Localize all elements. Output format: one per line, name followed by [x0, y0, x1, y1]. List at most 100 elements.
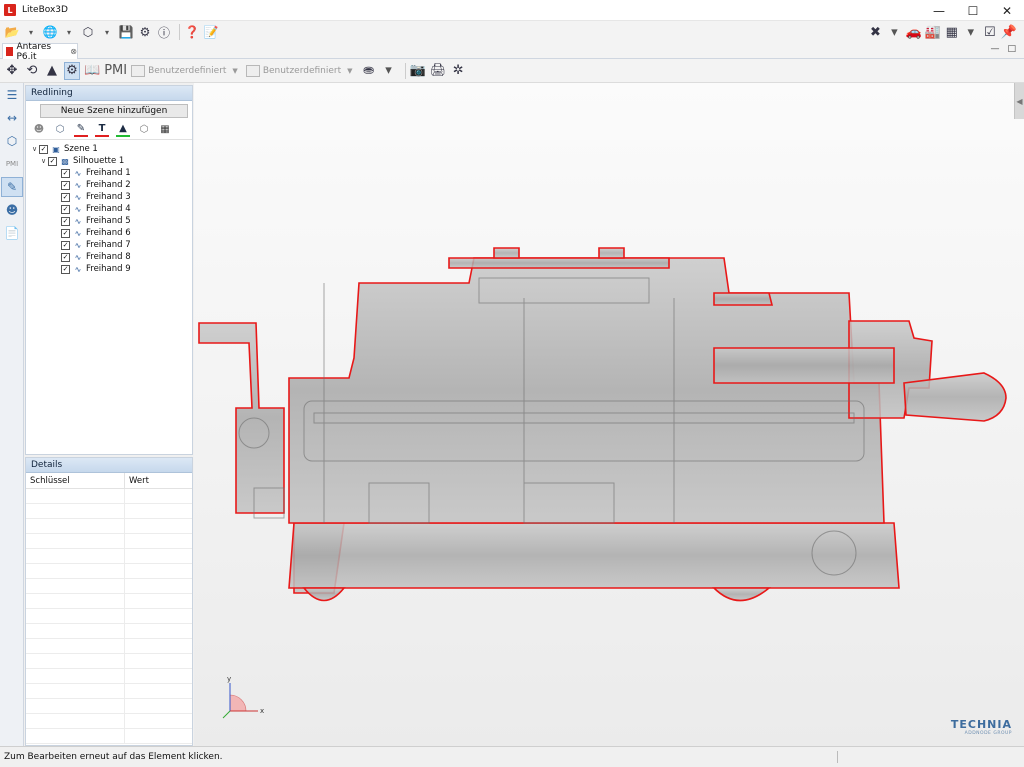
freihand-checkbox[interactable]: ✓: [61, 180, 70, 190]
key-column-header[interactable]: Schlüssel: [26, 473, 125, 488]
excel-export-icon[interactable]: ✖: [867, 23, 883, 41]
tab-minimize-icon[interactable]: —: [990, 44, 999, 54]
person-icon[interactable]: ☻: [30, 121, 48, 139]
custom-view-1-label: Benutzerdefiniert: [148, 65, 227, 76]
custom-view-combo-2[interactable]: Benutzerdefiniert ▼: [245, 64, 353, 77]
tab-close-icon[interactable]: ⊗: [70, 47, 77, 56]
machine-outline[interactable]: [198, 247, 1007, 602]
tree-row-freihand[interactable]: ✓ ∿ Freihand 3: [26, 191, 192, 203]
view-mode-icon[interactable]: ⚙: [64, 61, 80, 80]
status-bar: Zum Bearbeiten erneut auf das Element kl…: [0, 746, 1024, 767]
custom-view-2-label: Benutzerdefiniert: [262, 65, 342, 76]
tree-row-scene[interactable]: ∨ ✓ ▣ Szene 1: [26, 143, 192, 155]
freehand-icon: ∿: [74, 168, 82, 178]
notes-icon[interactable]: 📝: [203, 23, 219, 41]
tree-row-freihand[interactable]: ✓ ∿ Freihand 8: [26, 251, 192, 263]
checker-pattern-icon[interactable]: ▦: [156, 121, 174, 139]
brand-subtitle: ADDNODE GROUP: [964, 731, 1012, 736]
layout-grid-icon[interactable]: ▦: [944, 23, 960, 41]
help-icon[interactable]: ❓: [184, 23, 200, 41]
silhouette-label: Silhouette 1: [73, 156, 125, 166]
freihand-checkbox[interactable]: ✓: [61, 264, 70, 274]
globe-dropdown-icon[interactable]: ▾: [61, 23, 77, 41]
database-dropdown-icon[interactable]: ▾: [381, 62, 397, 80]
info-icon[interactable]: ⓘ: [156, 23, 172, 41]
axis-x-label: x: [260, 707, 264, 715]
value-column-header[interactable]: Wert: [125, 473, 149, 488]
tree-row-freihand[interactable]: ✓ ∿ Freihand 6: [26, 227, 192, 239]
freihand-label: Freihand 3: [86, 192, 131, 202]
redlining-tree: ∨ ✓ ▣ Szene 1 ∨ ✓ ▩ Silhouette 1 ✓ ∿ Fre…: [26, 140, 192, 275]
details-header: Details: [26, 458, 192, 473]
factory-icon[interactable]: 🏭: [925, 23, 941, 41]
freihand-checkbox[interactable]: ✓: [61, 228, 70, 238]
redlining-pencil-icon[interactable]: ✎: [1, 177, 23, 197]
tab-maximize-icon[interactable]: □: [1007, 44, 1016, 54]
explode-view-icon[interactable]: ✲: [450, 62, 466, 80]
custom-view-combo-1[interactable]: Benutzerdefiniert ▼: [131, 64, 238, 77]
rotate-model-icon[interactable]: ⟲: [24, 62, 40, 80]
fit-all-icon[interactable]: ✥: [4, 62, 20, 80]
chevron-down-icon: ▼: [347, 66, 353, 75]
model-icon[interactable]: ⬡: [51, 121, 69, 139]
save-icon[interactable]: 💾: [118, 23, 134, 41]
freihand-checkbox[interactable]: ✓: [61, 240, 70, 250]
add-scene-button[interactable]: Neue Szene hinzufügen: [40, 104, 188, 118]
print-icon[interactable]: 🖨: [430, 62, 447, 80]
machine-model[interactable]: [194, 83, 1024, 746]
tree-row-freihand[interactable]: ✓ ∿ Freihand 7: [26, 239, 192, 251]
axes-icon[interactable]: ▲: [44, 62, 60, 80]
tree-row-freihand[interactable]: ✓ ∿ Freihand 5: [26, 215, 192, 227]
layout-dropdown-icon[interactable]: ▾: [963, 23, 979, 41]
tree-row-freihand[interactable]: ✓ ∿ Freihand 9: [26, 263, 192, 275]
fill-tool[interactable]: ▲: [114, 121, 132, 139]
open-dropdown-icon[interactable]: ▾: [23, 23, 39, 41]
camera-icon[interactable]: 📷: [410, 62, 426, 80]
checkmark-icon[interactable]: ☑: [982, 23, 998, 41]
documents-icon[interactable]: 📄: [1, 223, 23, 243]
settings-gear-icon[interactable]: ⚙: [137, 23, 153, 41]
measure-icon[interactable]: ↔: [1, 108, 23, 128]
freihand-checkbox[interactable]: ✓: [61, 192, 70, 202]
freihand-checkbox[interactable]: ✓: [61, 216, 70, 226]
section-cube-icon[interactable]: ⬡: [1, 131, 23, 151]
tree-row-freihand[interactable]: ✓ ∿ Freihand 1: [26, 167, 192, 179]
scene-checkbox[interactable]: ✓: [39, 144, 48, 154]
pmi-toggle[interactable]: PMI: [104, 62, 127, 80]
add-model-dropdown-icon[interactable]: ▾: [99, 23, 115, 41]
3d-viewport[interactable]: ◀ y x TECHNIA ADDNODE GROUP: [194, 83, 1024, 746]
pin-icon[interactable]: 📌: [1001, 23, 1017, 41]
freihand-checkbox[interactable]: ✓: [61, 204, 70, 214]
tab-antares[interactable]: Antares P6.jt ⊗: [2, 42, 78, 62]
maximize-button[interactable]: ☐: [956, 0, 990, 21]
freihand-label: Freihand 5: [86, 216, 131, 226]
structure-tree-icon[interactable]: ☰: [1, 85, 23, 105]
cube-tool[interactable]: ⬡: [135, 121, 153, 139]
tree-row-freihand[interactable]: ✓ ∿ Freihand 4: [26, 203, 192, 215]
freihand-checkbox[interactable]: ✓: [61, 168, 70, 178]
excel-dropdown-icon[interactable]: ▾: [886, 23, 902, 41]
scene-label: Szene 1: [64, 144, 98, 154]
open-folder-icon[interactable]: 📂: [4, 23, 20, 41]
book-icon[interactable]: 📖: [84, 62, 100, 80]
minimize-button[interactable]: —: [922, 0, 956, 21]
freehand-icon: ∿: [74, 240, 82, 250]
silhouette-checkbox[interactable]: ✓: [48, 156, 57, 166]
chevron-down-icon[interactable]: ∨: [30, 145, 39, 153]
globe-icon[interactable]: 🌐: [42, 23, 58, 41]
freihand-checkbox[interactable]: ✓: [61, 252, 70, 262]
close-button[interactable]: ✕: [990, 0, 1024, 21]
add-model-icon[interactable]: ⬡: [80, 23, 96, 41]
tree-row-freihand[interactable]: ✓ ∿ Freihand 2: [26, 179, 192, 191]
database-icon[interactable]: ⛂: [361, 62, 377, 80]
table-row: [26, 669, 192, 684]
table-row: [26, 519, 192, 534]
chevron-down-icon[interactable]: ∨: [39, 157, 48, 165]
freehand-icon: ∿: [74, 216, 82, 226]
text-tool[interactable]: T: [93, 121, 111, 139]
pmi-side-icon[interactable]: PMI: [1, 154, 23, 174]
user-views-icon[interactable]: ☻: [1, 200, 23, 220]
tree-row-silhouette[interactable]: ∨ ✓ ▩ Silhouette 1: [26, 155, 192, 167]
marker-tool[interactable]: ✎: [72, 121, 90, 139]
car-icon[interactable]: 🚗: [905, 23, 921, 41]
